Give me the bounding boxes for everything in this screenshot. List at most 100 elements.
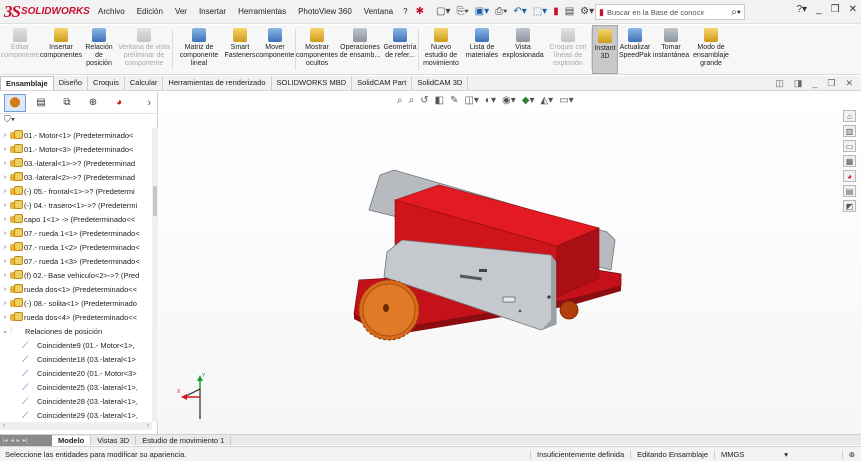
tree-component-item[interactable]: › 07.- rueda 1<3> (Predeterminado< xyxy=(0,254,152,268)
expand-arrow-icon[interactable]: › xyxy=(0,188,10,195)
menu-insertar[interactable]: Insertar xyxy=(193,7,232,16)
menu-photoview[interactable]: PhotoView 360 xyxy=(292,7,358,16)
ribbon-button-10[interactable]: Nuevo estudio de movimiento xyxy=(419,25,463,74)
ribbon-button-4[interactable]: Matriz de componente lineal xyxy=(173,25,225,74)
expand-arrow-icon[interactable]: › xyxy=(0,286,10,293)
featuremanager-tab-icon[interactable]: ⬤ xyxy=(4,93,26,112)
tree-mate-item[interactable]: ⟋ Coincidente18 (03.-lateral<1> xyxy=(0,352,152,366)
undo-icon[interactable]: ↶▾ xyxy=(513,6,526,17)
menu-archivo[interactable]: Archivo xyxy=(92,7,131,16)
expand-arrow-icon[interactable]: › xyxy=(0,174,10,181)
save-icon[interactable]: ▣▾ xyxy=(475,6,489,17)
tree-mate-item[interactable]: ⟋ Coincidente29 (03.-lateral<1>, xyxy=(0,408,152,422)
tree-component-item[interactable]: › 07.- rueda 1<1> (Predeterminado< xyxy=(0,226,152,240)
menu-edicion[interactable]: Edición xyxy=(131,7,169,16)
units-selector[interactable]: MMGS ▾ xyxy=(714,449,794,459)
ribbon-button-15[interactable]: Actualizar SpeedPak xyxy=(618,25,652,74)
tab-scroll-arrows[interactable]: |◂ ◂ ▸ ▸| xyxy=(0,434,52,446)
command-tab-4[interactable]: Herramientas de renderizado xyxy=(163,76,272,90)
minimize-icon[interactable]: _ xyxy=(816,4,822,15)
help-icon[interactable]: ?▾ xyxy=(796,4,807,15)
tree-component-item[interactable]: › rueda dos<1> (Predeterminado<< xyxy=(0,282,152,296)
tree-mate-item[interactable]: ⟋ Coincidente9 (01.- Motor<1>, xyxy=(0,338,152,352)
rebuild-icon[interactable]: ▮ xyxy=(553,6,559,17)
tree-component-item[interactable]: › rueda dos<4> (Predeterminado<< xyxy=(0,310,152,324)
ribbon-button-16[interactable]: Tomar instantánea xyxy=(652,25,690,74)
tree-horizontal-scrollbar[interactable]: ‹ › xyxy=(0,422,152,430)
ribbon-button-12[interactable]: Vista explosionada xyxy=(501,25,545,74)
print-icon[interactable]: ⎙▾ xyxy=(495,6,507,17)
command-tab-1[interactable]: Diseño xyxy=(54,76,89,90)
expand-arrow-icon[interactable]: › xyxy=(0,230,10,237)
ribbon-button-2[interactable]: Relación de posición xyxy=(82,25,116,74)
ribbon-button-6[interactable]: Mover componente xyxy=(255,25,295,74)
close-icon[interactable]: ✕ xyxy=(849,4,857,15)
rebuild-status-icon[interactable]: ⊛ xyxy=(841,449,861,459)
tree-component-item[interactable]: › 01.- Motor<3> (Predeterminado< xyxy=(0,142,152,156)
expand-arrow-icon[interactable]: › xyxy=(0,202,10,209)
propertymanager-tab-icon[interactable]: ▤ xyxy=(30,94,52,112)
tree-component-item[interactable]: › 03.-lateral<2>->? (Predeterminad xyxy=(0,170,152,184)
doc-close-icon[interactable]: ✕ xyxy=(845,78,853,89)
dimxpert-tab-icon[interactable]: ⊕ xyxy=(82,94,104,112)
menu-ventana[interactable]: Ventana xyxy=(358,7,399,16)
expand-arrow-icon[interactable]: › xyxy=(0,258,10,265)
ribbon-button-13[interactable]: Croquis con líneas de explosión xyxy=(545,25,591,74)
tree-component-item[interactable]: › (f) 02.- Base vehiculo<2>->? (Pred xyxy=(0,268,152,282)
ribbon-button-3[interactable]: Ventana de vista preliminar de component… xyxy=(116,25,172,74)
command-tab-7[interactable]: SolidCAM 3D xyxy=(412,76,469,90)
expand-arrow-icon[interactable]: › xyxy=(0,272,10,279)
doc-restore-icon[interactable]: ❐ xyxy=(827,78,835,89)
tree-vertical-scrollbar[interactable] xyxy=(152,128,158,422)
expand-arrow-icon[interactable]: › xyxy=(0,244,10,251)
open-document-icon[interactable]: ⎘▾ xyxy=(456,6,468,17)
ribbon-button-8[interactable]: Operaciones de ensamb... xyxy=(338,25,382,74)
menu-herramientas[interactable]: Herramientas xyxy=(232,7,292,16)
bottom-tab-0[interactable]: Modelo xyxy=(52,435,92,445)
bottom-tab-1[interactable]: Vistas 3D xyxy=(91,435,137,445)
ribbon-button-14[interactable]: Instant 3D xyxy=(592,25,618,74)
tree-mate-item[interactable]: ⟋ Coincidente25 (03.-lateral<1>, xyxy=(0,380,152,394)
solidworks-resources-icon[interactable]: ⌂ xyxy=(843,110,856,122)
appearances-icon[interactable]: ◕ xyxy=(843,170,856,182)
menu-help[interactable]: ? xyxy=(399,7,411,16)
custom-properties-icon[interactable]: ▤ xyxy=(843,185,856,197)
tree-component-item[interactable]: › (-) 05.- frontal<1>->? (Predetermi xyxy=(0,184,152,198)
tree-mates-folder[interactable]: ⌄ ⫶ Relaciones de posición xyxy=(0,324,152,338)
command-tab-5[interactable]: SOLIDWORKS MBD xyxy=(272,76,353,90)
tree-component-item[interactable]: › (-) 04.- trasero<1>->? (Predetermi xyxy=(0,198,152,212)
ribbon-button-5[interactable]: Smart Fasteners xyxy=(224,25,256,74)
command-tab-3[interactable]: Calcular xyxy=(125,76,164,90)
file-properties-icon[interactable]: ▤ xyxy=(565,6,574,17)
command-tab-0[interactable]: Ensamblaje xyxy=(0,76,54,90)
select-icon[interactable]: ⬚▾ xyxy=(533,6,547,17)
file-explorer-icon[interactable]: ▭ xyxy=(843,140,856,152)
command-tab-6[interactable]: SolidCAM Part xyxy=(352,76,413,90)
graphics-area[interactable]: ⌕ ⌕ ↺ ◧ ✎ ◫▾ ◐▾ ◉▾ ◆▾ ◭▾ ▭▾ X Y ⌂ ▥ ▭ ▦ … xyxy=(159,92,861,434)
bottom-tab-2[interactable]: Estudio de movimiento 1 xyxy=(136,435,232,445)
doc-minimize-icon[interactable]: _ xyxy=(812,78,817,89)
tree-mate-item[interactable]: ⟋ Coincidente20 (01.- Motor<3> xyxy=(0,366,152,380)
assembly-model[interactable]: X Y xyxy=(159,92,861,434)
search-icon[interactable]: ⌕▾ xyxy=(731,7,741,18)
ribbon-button-0[interactable]: Editar componente xyxy=(0,25,40,74)
ribbon-button-1[interactable]: Insertar componentes xyxy=(40,25,82,74)
options-gear-icon[interactable]: ⚙▾ xyxy=(580,6,594,17)
knowledge-base-search[interactable]: ▮ Buscar en la Base de conocir ⌕▾ xyxy=(595,4,745,20)
tree-filter-icon[interactable]: ⛉▾ xyxy=(0,114,157,126)
ribbon-button-17[interactable]: Modo de ensamblaje grande xyxy=(690,25,732,74)
expand-arrow-icon[interactable]: › xyxy=(0,216,10,223)
more-tabs-chevron-icon[interactable]: › xyxy=(147,97,151,109)
solidworks-logo[interactable]: 3S SOLIDWORKS xyxy=(0,2,92,22)
tree-component-item[interactable]: › 01.- Motor<1> (Predeterminado< xyxy=(0,128,152,142)
command-tab-2[interactable]: Croquis xyxy=(88,76,125,90)
new-document-icon[interactable]: ▢▾ xyxy=(436,6,450,17)
configurationmanager-tab-icon[interactable]: ⧉ xyxy=(56,94,78,112)
expand-arrow-icon[interactable]: › xyxy=(0,132,10,139)
pin-icon[interactable]: ✱ xyxy=(416,6,424,17)
menu-ver[interactable]: Ver xyxy=(169,7,193,16)
tree-component-item[interactable]: › capo 1<1> -> (Predeterminado<< xyxy=(0,212,152,226)
ribbon-button-11[interactable]: Lista de materiales xyxy=(463,25,501,74)
displaymanager-tab-icon[interactable]: ◕ xyxy=(108,94,130,112)
expand-arrow-icon[interactable]: › xyxy=(0,300,10,307)
